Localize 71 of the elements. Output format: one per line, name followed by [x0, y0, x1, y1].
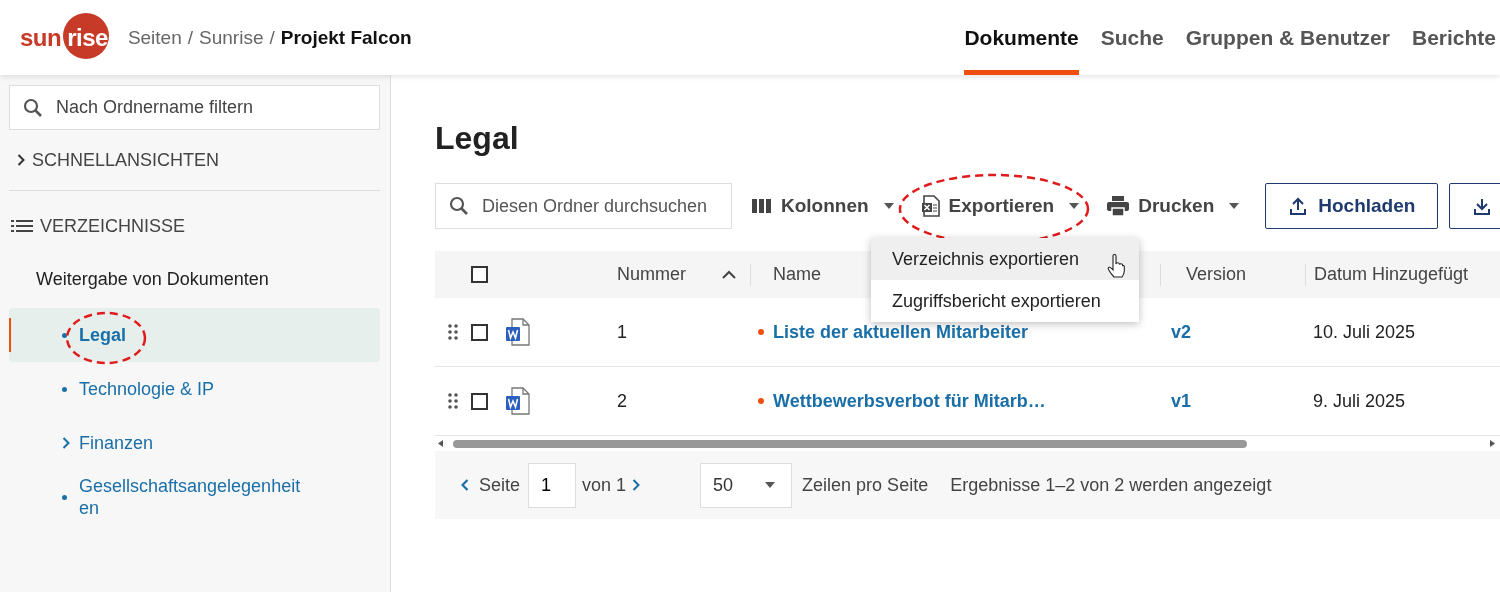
list-icon — [11, 220, 33, 232]
nav-tab[interactable]: Berichte — [1411, 0, 1496, 75]
version-link[interactable]: v1 — [1160, 390, 1192, 412]
menu-button[interactable]: Kolonnen — [744, 189, 902, 223]
previous-page-icon[interactable] — [461, 479, 469, 491]
word-file-icon — [505, 387, 531, 415]
breadcrumb-separator: / — [269, 26, 275, 49]
section-header: VERZEICHNISSE — [40, 215, 186, 237]
page-size-select[interactable]: 50 — [700, 462, 793, 508]
breadcrumb-item[interactable]: Sunrise — [199, 26, 264, 49]
columns-icon — [752, 198, 772, 214]
breadcrumb-item[interactable]: Seiten — [127, 26, 182, 49]
caret-icon — [1229, 203, 1240, 209]
column-header[interactable]: Version — [1161, 264, 1247, 285]
caret-icon — [765, 482, 776, 488]
document-link[interactable]: Wettbewerbsverbot für Mitarb… — [773, 390, 1046, 412]
table-cell: 2 — [617, 390, 627, 412]
caret-icon — [883, 203, 894, 209]
column-header[interactable]: Name — [751, 264, 821, 285]
tree-root-item[interactable]: Weitergabe von Dokumenten — [9, 261, 380, 308]
spreadsheet-file-icon — [921, 195, 940, 217]
upload-button[interactable]: Hochladen — [1265, 183, 1439, 229]
page-size-label: Zeilen pro Seite — [802, 474, 929, 496]
bullet-icon — [62, 494, 67, 500]
drag-handle-icon[interactable] — [448, 393, 458, 409]
table-cell-text: 10. Juli 2025 — [1312, 321, 1416, 343]
printer-icon — [1107, 196, 1130, 216]
folder-item[interactable]: Legal — [9, 308, 380, 362]
document-link[interactable]: Liste der aktuellen Mitarbeiter — [773, 321, 1029, 343]
column-header[interactable]: Nummer — [617, 264, 686, 285]
bullet-icon — [62, 386, 67, 392]
hand-cursor-icon — [1107, 254, 1125, 278]
word-file-icon — [505, 318, 531, 346]
folder-item[interactable]: Technologie & IP — [9, 362, 380, 416]
search-icon — [23, 98, 43, 118]
page-number-field[interactable]: 1 — [528, 462, 577, 508]
version-link[interactable]: v2 — [1160, 321, 1192, 343]
drag-handle-icon[interactable] — [448, 324, 458, 340]
table-cell: 1 — [617, 321, 627, 343]
breadcrumb-item: Projekt Falcon — [280, 26, 412, 49]
caret-icon — [1069, 203, 1080, 209]
breadcrumb-separator: / — [187, 26, 194, 49]
table-cell-text: 9. Juli 2025 — [1312, 390, 1406, 412]
sort-up-icon[interactable] — [722, 270, 736, 279]
nav-tab[interactable]: Dokumente — [964, 0, 1079, 75]
column-header[interactable]: Datum Hinzugefügt — [1306, 264, 1469, 285]
nav-tab[interactable]: Gruppen & Benutzer — [1185, 0, 1390, 75]
nav-tab[interactable]: Suche — [1100, 0, 1164, 75]
menu-button[interactable]: Drucken — [1099, 189, 1248, 223]
page-count: von 1 — [582, 474, 627, 496]
chevron-right-icon[interactable] — [17, 154, 25, 166]
results-summary: Ergebnisse 1–2 von 2 werden angezeigt — [950, 474, 1272, 496]
page-label: Seite — [479, 474, 521, 496]
menu-item[interactable]: Zugriffsbericht exportieren — [871, 280, 1139, 322]
row-checkbox[interactable] — [471, 392, 488, 410]
search-icon — [449, 196, 469, 216]
folder-search-field[interactable]: Diesen Ordner durchsuchen — [435, 183, 732, 229]
select-all-checkbox[interactable] — [471, 266, 488, 283]
folder-filter-field[interactable]: Nach Ordnername filtern — [9, 85, 380, 130]
section-header[interactable]: SCHNELLANSICHTEN — [32, 149, 220, 171]
logo[interactable]: sun rise — [20, 14, 114, 61]
folder-item[interactable]: Finanzen — [9, 416, 380, 470]
folder-item[interactable]: Gesellschaftsangelegenheiten — [9, 470, 380, 524]
row-checkbox[interactable] — [471, 323, 488, 341]
page-title: Legal — [435, 120, 520, 157]
next-page-icon[interactable] — [632, 479, 641, 491]
bullet-icon — [62, 332, 67, 338]
download-icon — [1474, 197, 1491, 215]
menu-item[interactable]: Verzeichnis exportieren — [871, 238, 1139, 280]
upload-icon — [1290, 197, 1307, 215]
chevron-right-icon[interactable] — [62, 437, 70, 449]
